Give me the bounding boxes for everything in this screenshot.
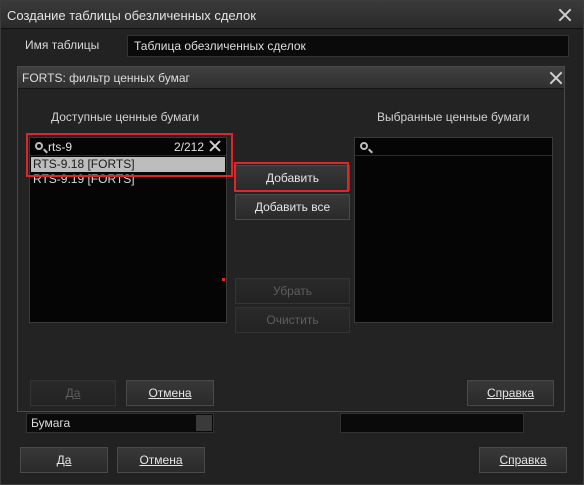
clear-button[interactable]: Очистить — [235, 307, 350, 333]
dialog-cancel-label: Отмена — [148, 386, 192, 400]
available-header: Доступные ценные бумаги — [51, 110, 200, 124]
dropdown-icon[interactable] — [196, 415, 212, 431]
table-name-input[interactable]: Таблица обезличенных сделок — [127, 35, 569, 57]
outer-ok-button[interactable]: Да — [20, 447, 108, 473]
filter-dialog: FORTS: фильтр ценных бумаг Доступные цен… — [17, 66, 565, 412]
outer-cancel-button[interactable]: Отмена — [117, 447, 205, 473]
instrument-field-value: Бумага — [31, 416, 71, 430]
outer-cancel-label: Отмена — [139, 453, 183, 467]
selected-list[interactable] — [354, 137, 553, 323]
dialog-title-bar[interactable]: FORTS: фильтр ценных бумаг — [18, 67, 564, 89]
outer-window-title: Создание таблицы обезличенных сделок — [7, 8, 256, 23]
remove-button[interactable]: Убрать — [235, 278, 350, 304]
highlight-box-add — [234, 162, 349, 192]
dialog-ok-button[interactable]: Да — [30, 380, 116, 406]
instrument-field[interactable]: Бумага — [26, 413, 214, 433]
dialog-help-button[interactable]: Справка — [467, 380, 554, 406]
table-name-label: Имя таблицы — [25, 38, 100, 52]
outer-help-label: Справка — [499, 453, 547, 467]
search-icon — [360, 142, 368, 150]
highlight-dot — [222, 278, 225, 281]
outer-help-button[interactable]: Справка — [479, 447, 567, 473]
selected-header: Выбранные ценные бумаги — [377, 110, 530, 124]
dialog-ok-label: Да — [65, 386, 81, 400]
secondary-field[interactable] — [340, 413, 524, 433]
outer-ok-label: Да — [56, 453, 72, 467]
add-all-button[interactable]: Добавить все — [235, 194, 350, 220]
outer-close-icon[interactable] — [557, 7, 573, 23]
dialog-title: FORTS: фильтр ценных бумаг — [22, 71, 190, 85]
highlight-box-search — [26, 133, 233, 177]
dialog-help-label: Справка — [486, 386, 535, 400]
dialog-cancel-button[interactable]: Отмена — [126, 380, 214, 406]
outer-title-bar[interactable]: Создание таблицы обезличенных сделок — [1, 1, 583, 29]
dialog-close-icon[interactable] — [548, 70, 560, 84]
selected-search[interactable] — [355, 138, 552, 156]
